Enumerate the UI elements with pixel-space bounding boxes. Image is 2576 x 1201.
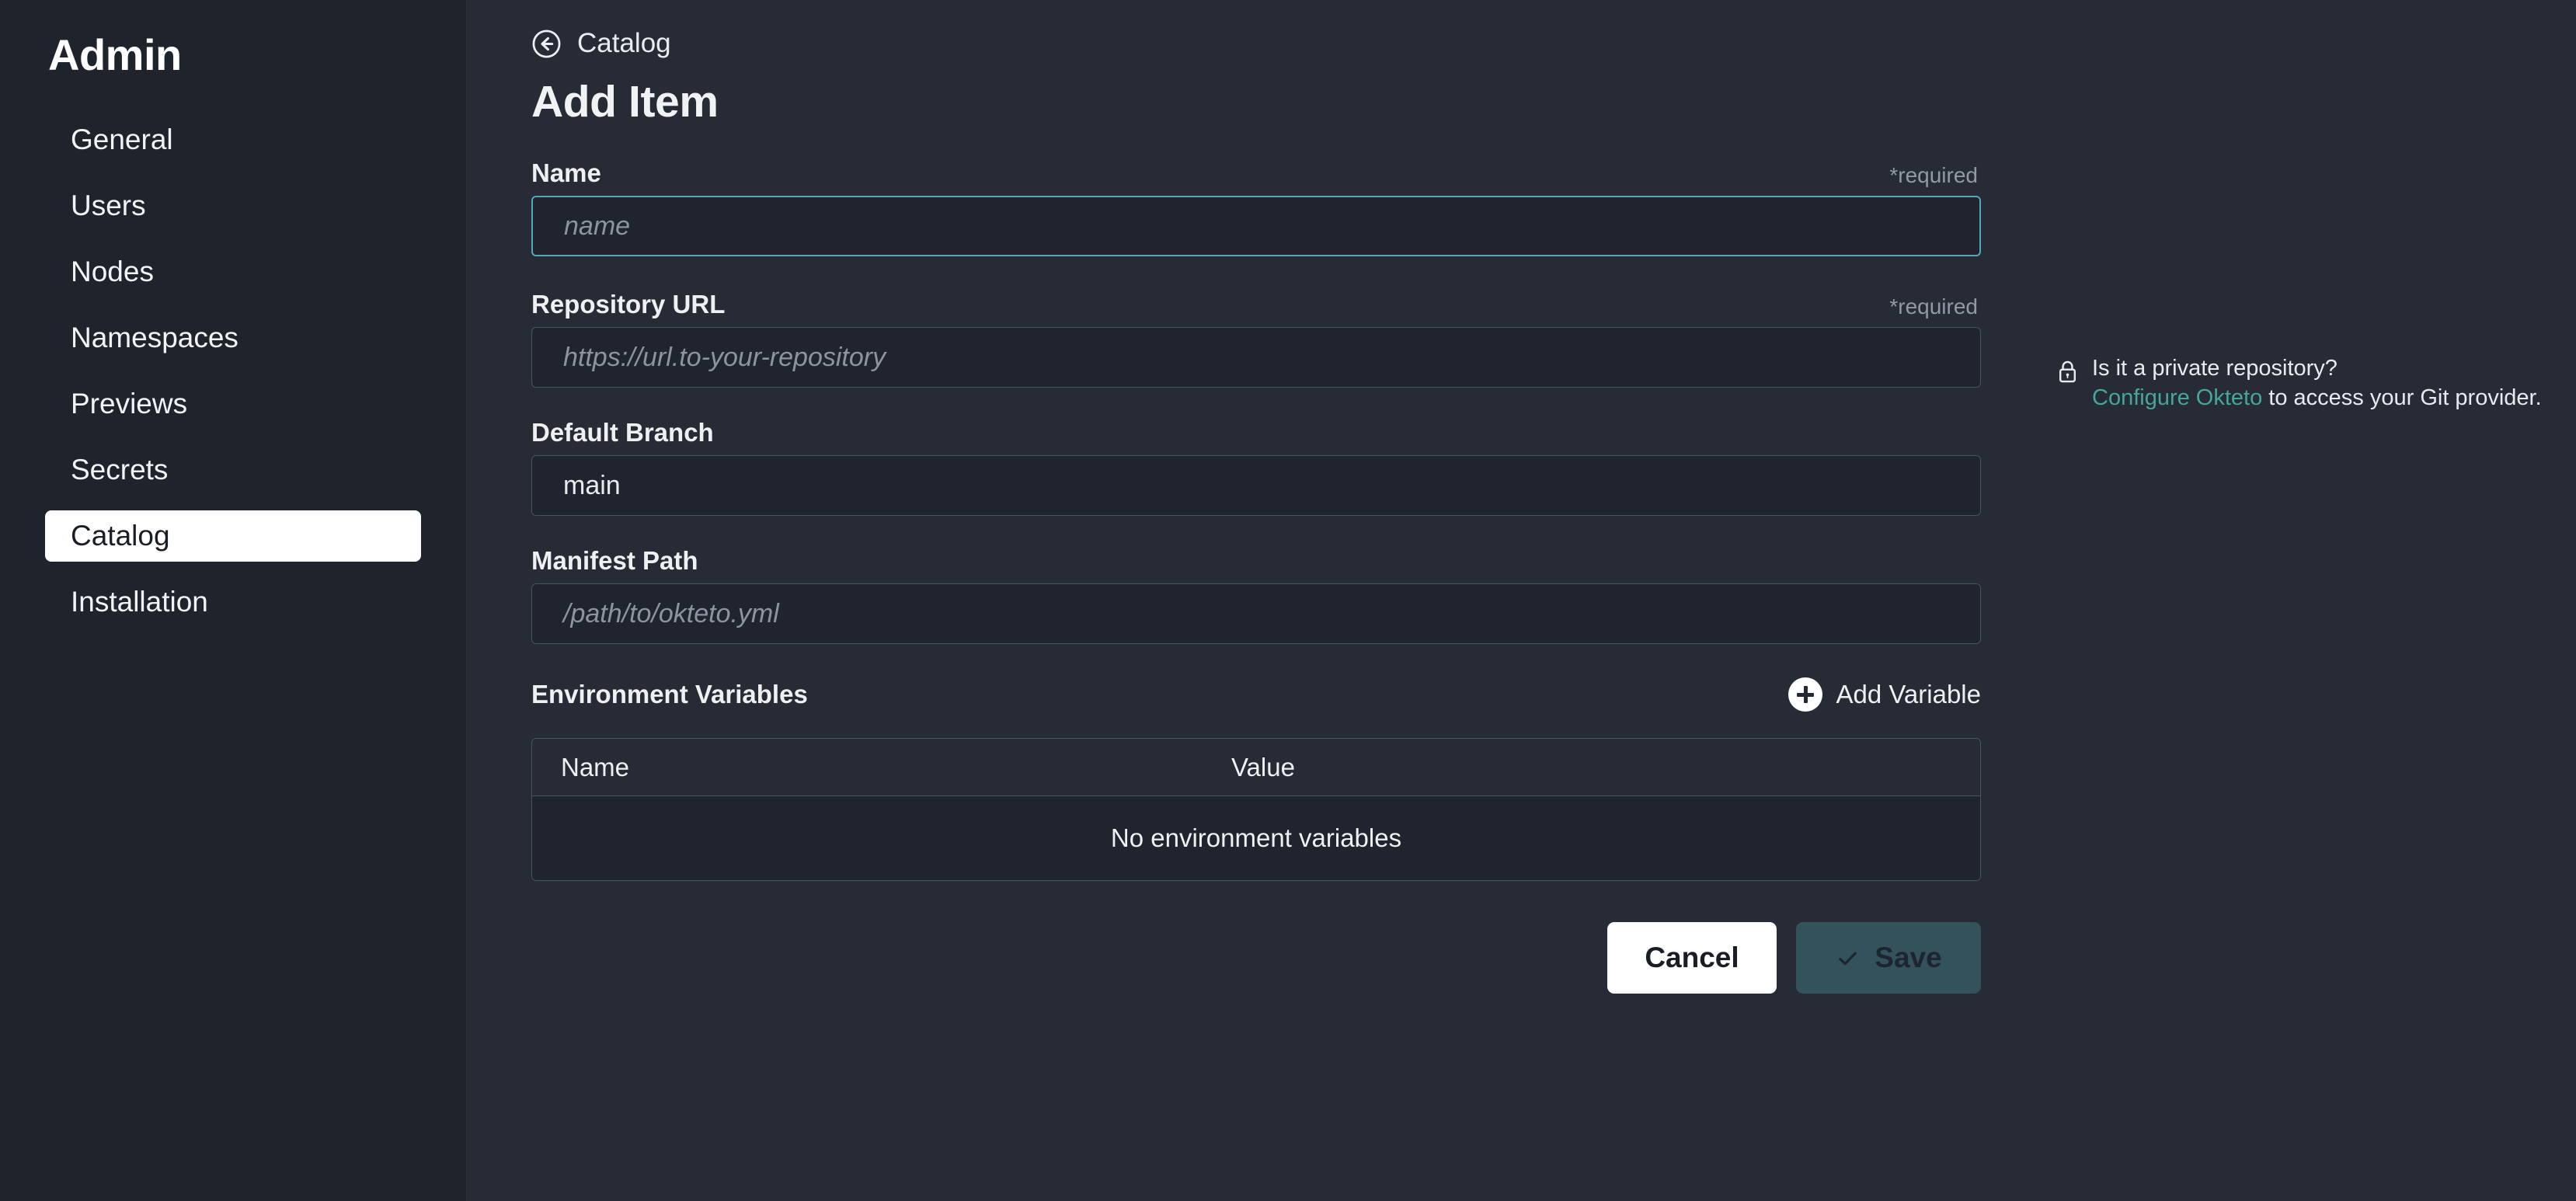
- sidebar-item-label: Users: [71, 190, 146, 221]
- table-header-row: Name Value: [532, 739, 1980, 796]
- environment-variables-header: Environment Variables Add Variable: [531, 677, 1981, 712]
- sidebar-item-catalog[interactable]: Catalog: [45, 510, 421, 562]
- private-repository-rest-text: to access your Git provider.: [2262, 385, 2542, 411]
- default-branch-input-value: main: [563, 470, 621, 500]
- private-repository-note-text: Is it a private repository? Configure Ok…: [2092, 353, 2542, 413]
- field-repository-url-required-tag: *required: [1889, 294, 1978, 319]
- sidebar-item-secrets[interactable]: Secrets: [45, 444, 421, 496]
- field-name-label: Name: [531, 158, 601, 187]
- repository-url-input-placeholder: https://url.to-your-repository: [563, 342, 886, 372]
- manifest-path-input[interactable]: /path/to/okteto.yml: [531, 583, 1981, 644]
- manifest-path-input-placeholder: /path/to/okteto.yml: [563, 598, 779, 628]
- sidebar-item-label: Installation: [71, 586, 208, 618]
- column-header-value: Value: [1231, 752, 1295, 782]
- environment-variables-title: Environment Variables: [531, 680, 808, 708]
- name-input[interactable]: name: [531, 196, 1981, 256]
- save-button[interactable]: Save: [1796, 922, 1981, 994]
- sidebar-title: Admin: [48, 30, 182, 79]
- circle-arrow-left-icon[interactable]: [531, 29, 562, 59]
- check-icon: [1839, 952, 1857, 965]
- name-input-placeholder: name: [564, 211, 631, 241]
- configure-okteto-link[interactable]: Configure Okteto: [2092, 385, 2262, 410]
- repository-url-input[interactable]: https://url.to-your-repository: [531, 327, 1981, 388]
- field-default-branch-header: Default Branch: [531, 418, 1981, 447]
- table-empty-state: No environment variables: [532, 796, 1980, 880]
- field-repository-url-label: Repository URL: [531, 290, 726, 319]
- field-repository-url: Repository URL *required https://url.to-…: [531, 290, 1981, 388]
- form-actions: Cancel Save: [531, 922, 1981, 994]
- environment-variables-table: Name Value No environment variables: [531, 738, 1981, 881]
- field-default-branch: Default Branch main: [531, 418, 1981, 516]
- field-name-header: Name *required: [531, 158, 1981, 188]
- breadcrumb[interactable]: Catalog: [531, 28, 2576, 59]
- sidebar: Admin General Users Nodes Namespaces Pre…: [0, 0, 467, 1201]
- sidebar-item-label: General: [71, 124, 173, 155]
- sidebar-item-general[interactable]: General: [45, 114, 421, 165]
- sidebar-nav: General Users Nodes Namespaces Previews …: [0, 114, 466, 642]
- add-variable-label: Add Variable: [1836, 680, 1981, 708]
- field-repository-url-header: Repository URL *required: [531, 290, 1981, 319]
- column-header-name: Name: [561, 752, 630, 782]
- field-manifest-path: Manifest Path /path/to/okteto.yml: [531, 546, 1981, 644]
- field-name-required-tag: *required: [1889, 163, 1978, 187]
- private-repository-action: Configure Okteto to access your Git prov…: [2092, 383, 2542, 413]
- default-branch-input[interactable]: main: [531, 455, 1981, 516]
- plus-circle-icon: [1788, 677, 1823, 712]
- empty-state-message: No environment variables: [1110, 823, 1402, 852]
- cancel-button[interactable]: Cancel: [1607, 922, 1777, 994]
- field-default-branch-label: Default Branch: [531, 418, 714, 447]
- sidebar-item-label: Catalog: [71, 520, 170, 552]
- sidebar-item-previews[interactable]: Previews: [45, 378, 421, 430]
- sidebar-item-installation[interactable]: Installation: [45, 576, 421, 628]
- add-item-form: Name *required name Repository URL *requ…: [531, 158, 1981, 994]
- sidebar-item-label: Previews: [71, 388, 188, 419]
- admin-page: Admin General Users Nodes Namespaces Pre…: [0, 0, 2576, 1201]
- field-name: Name *required name: [531, 158, 1981, 256]
- sidebar-item-label: Secrets: [71, 454, 169, 486]
- lock-icon: [2059, 360, 2076, 383]
- sidebar-item-nodes[interactable]: Nodes: [45, 246, 421, 298]
- private-repository-note: Is it a private repository? Configure Ok…: [2057, 353, 2576, 413]
- page-title: Add Item: [531, 77, 719, 127]
- private-repository-question: Is it a private repository?: [2092, 356, 2338, 381]
- main-content: Catalog Add Item Name *required name Rep…: [467, 0, 2576, 1201]
- breadcrumb-label[interactable]: Catalog: [577, 28, 671, 59]
- sidebar-item-users[interactable]: Users: [45, 180, 421, 231]
- sidebar-item-namespaces[interactable]: Namespaces: [45, 312, 421, 364]
- field-manifest-path-label: Manifest Path: [531, 546, 698, 575]
- sidebar-item-label: Namespaces: [71, 322, 238, 353]
- save-button-label: Save: [1875, 942, 1942, 973]
- field-manifest-path-header: Manifest Path: [531, 546, 1981, 576]
- add-variable-button[interactable]: Add Variable: [1788, 677, 1981, 712]
- sidebar-item-label: Nodes: [71, 256, 154, 287]
